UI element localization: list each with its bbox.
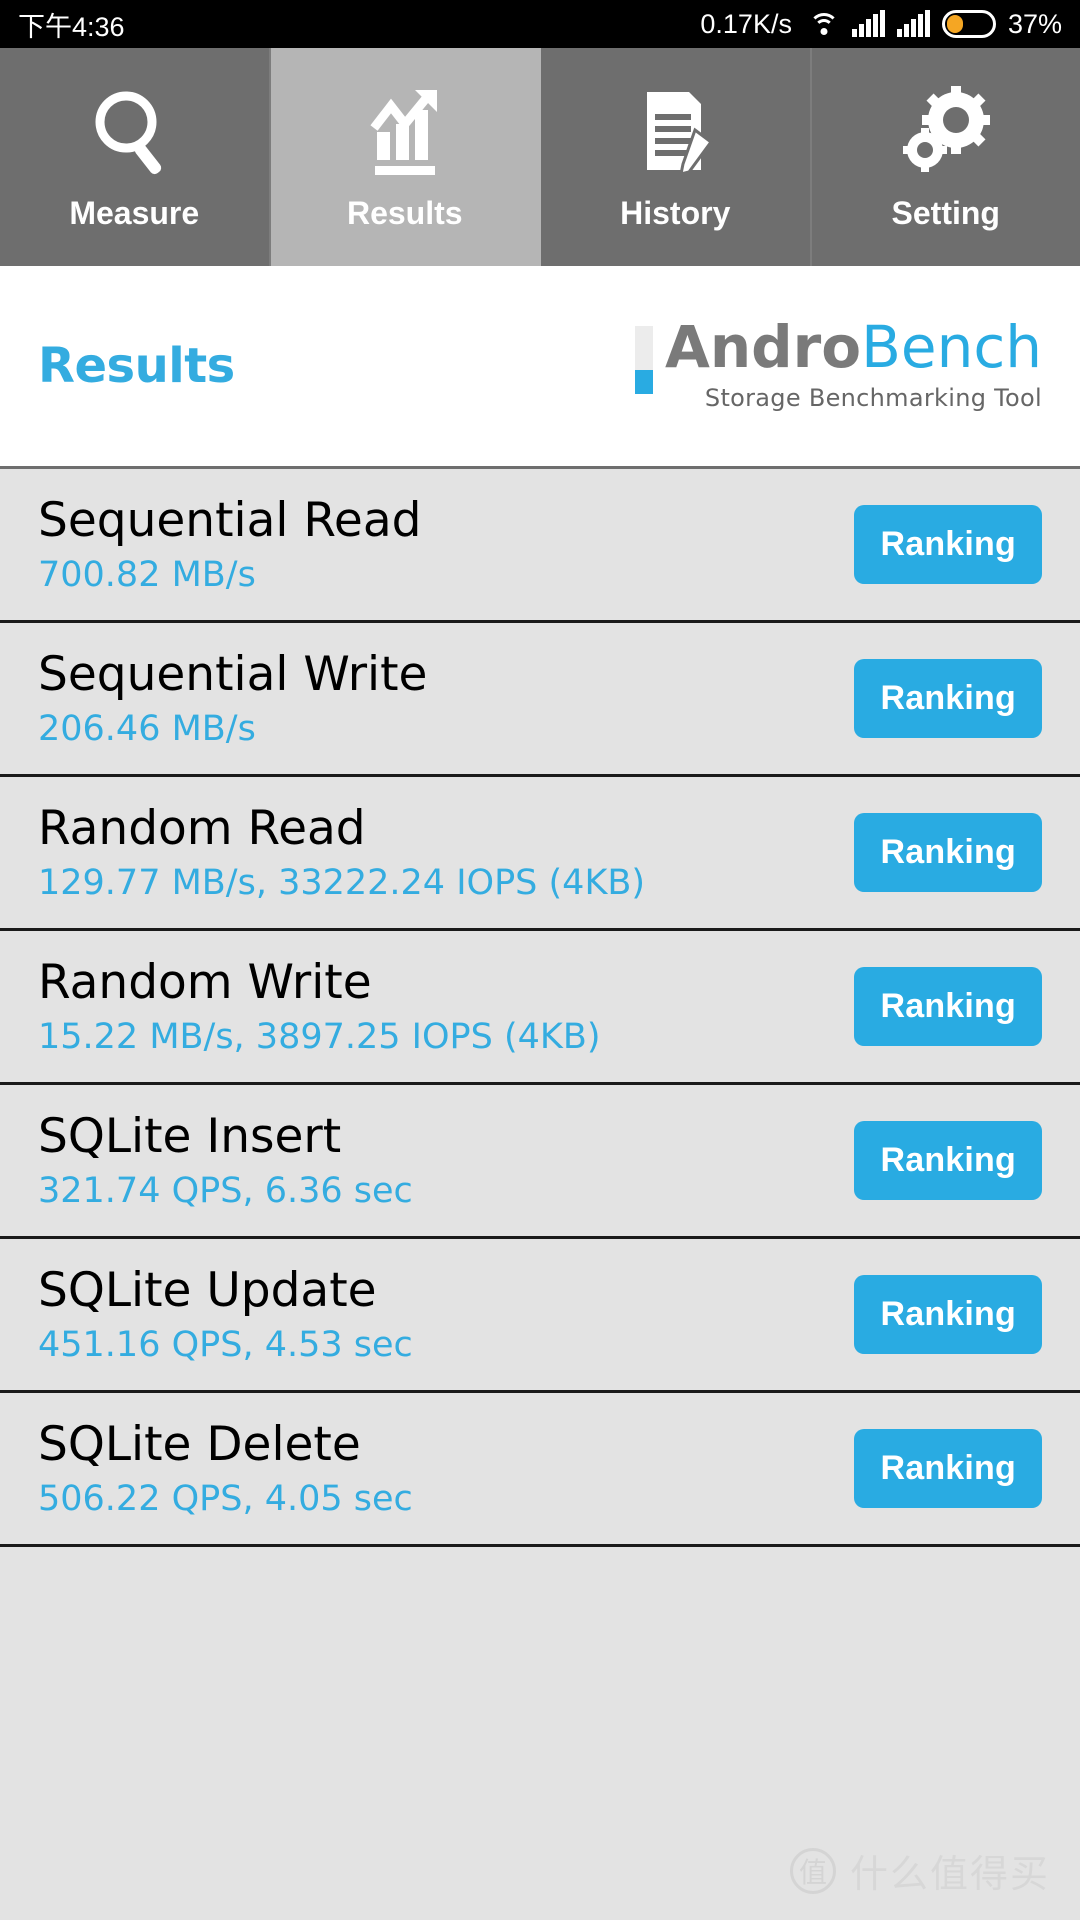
results-header: Results AndroBench Storage Benchmarking …: [0, 266, 1080, 469]
watermark: 值 什么值得买: [789, 1843, 1050, 1898]
result-row: Random Write 15.22 MB/s, 3897.25 IOPS (4K…: [0, 931, 1080, 1085]
document-pen-icon: [627, 83, 723, 181]
signal-bars-icon-2: [896, 10, 930, 37]
logo-bar-icon: [634, 326, 653, 395]
result-row: SQLite Delete 506.22 QPS, 4.05 sec Ranking: [0, 1393, 1080, 1547]
result-name: Random Write: [38, 954, 372, 1010]
result-row-texts: Random Read 129.77 MB/s, 33222.24 IOPS (4…: [38, 800, 854, 903]
bar-chart-arrow-icon: [357, 83, 453, 181]
tab-setting[interactable]: Setting: [812, 48, 1080, 266]
magnifier-icon: [86, 83, 182, 181]
result-row-texts: SQLite Delete 506.22 QPS, 4.05 sec: [38, 1416, 854, 1519]
signal-bars-icon-1: [851, 10, 885, 37]
result-row-texts: Sequential Write 206.46 MB/s: [38, 646, 854, 749]
empty-area: 值 什么值得买: [0, 1547, 1080, 1920]
results-list: Sequential Read 700.82 MB/s Ranking Sequent…: [0, 469, 1080, 1547]
result-name: Sequential Read: [38, 492, 422, 548]
ranking-button[interactable]: Ranking: [854, 659, 1042, 738]
result-value: 206.46 MB/s: [38, 708, 256, 749]
result-row-texts: Sequential Read 700.82 MB/s: [38, 492, 854, 595]
logo-text: AndroBench Storage Benchmarking Tool: [665, 318, 1042, 412]
result-row-texts: SQLite Update 451.16 QPS, 4.53 sec: [38, 1262, 854, 1365]
tab-history-label: History: [620, 194, 731, 231]
result-value: 15.22 MB/s, 3897.25 IOPS (4KB): [38, 1016, 601, 1057]
result-row-texts: SQLite Insert 321.74 QPS, 6.36 sec: [38, 1108, 854, 1211]
tab-measure-label: Measure: [69, 194, 200, 231]
page-title: Results: [38, 338, 235, 394]
watermark-text: 什么值得买: [849, 1852, 1050, 1896]
status-bar: 下午4:36 0.17K/s 37%: [0, 0, 1080, 48]
ranking-button[interactable]: Ranking: [854, 813, 1042, 892]
ranking-button[interactable]: Ranking: [854, 1275, 1042, 1354]
tab-history[interactable]: History: [541, 48, 812, 266]
ranking-button[interactable]: Ranking: [854, 1429, 1042, 1508]
result-row: SQLite Insert 321.74 QPS, 6.36 sec Ranking: [0, 1085, 1080, 1239]
app-root: 下午4:36 0.17K/s 37% Measure Results Histo…: [0, 0, 1080, 1920]
result-row: Sequential Write 206.46 MB/s Ranking: [0, 623, 1080, 777]
result-row: SQLite Update 451.16 QPS, 4.53 sec Ranking: [0, 1239, 1080, 1393]
tab-bar: Measure Results History Setting: [0, 48, 1080, 266]
tab-setting-label: Setting: [891, 194, 1000, 231]
result-value: 321.74 QPS, 6.36 sec: [38, 1170, 413, 1211]
result-name: Sequential Write: [38, 646, 428, 702]
ranking-button[interactable]: Ranking: [854, 505, 1042, 584]
result-value: 506.22 QPS, 4.05 sec: [38, 1478, 413, 1519]
result-name: Random Read: [38, 800, 366, 856]
logo-subtitle: Storage Benchmarking Tool: [704, 383, 1042, 412]
androbench-logo: AndroBench Storage Benchmarking Tool: [634, 318, 1042, 412]
gears-icon: [898, 83, 994, 181]
status-time: 下午4:36: [18, 11, 125, 42]
tab-results-label: Results: [346, 194, 463, 231]
result-row: Random Read 129.77 MB/s, 33222.24 IOPS (4…: [0, 777, 1080, 931]
ranking-button[interactable]: Ranking: [854, 967, 1042, 1046]
result-name: SQLite Delete: [38, 1416, 361, 1472]
result-row: Sequential Read 700.82 MB/s Ranking: [0, 469, 1080, 623]
logo-andro-text: Andro: [664, 313, 862, 382]
result-name: SQLite Insert: [38, 1108, 342, 1164]
result-value: 700.82 MB/s: [38, 554, 256, 595]
status-indicators: 0.17K/s 37%: [700, 9, 1062, 40]
result-value: 129.77 MB/s, 33222.24 IOPS (4KB): [38, 862, 646, 903]
result-value: 451.16 QPS, 4.53 sec: [38, 1324, 413, 1365]
wifi-icon: [808, 11, 840, 37]
battery-percent-label: 37%: [1007, 8, 1062, 39]
result-name: SQLite Update: [38, 1262, 377, 1318]
result-row-texts: Random Write 15.22 MB/s, 3897.25 IOPS (4K…: [38, 954, 854, 1057]
logo-bench-text: Bench: [861, 313, 1042, 382]
ranking-button[interactable]: Ranking: [854, 1121, 1042, 1200]
network-speed-text: 0.17K/s: [700, 8, 792, 39]
watermark-logo-icon: 值: [789, 1847, 836, 1894]
battery-icon: [941, 10, 996, 38]
tab-results[interactable]: Results: [270, 48, 541, 266]
logo-wordmark: AndroBench: [665, 318, 1042, 376]
tab-measure[interactable]: Measure: [0, 48, 271, 266]
